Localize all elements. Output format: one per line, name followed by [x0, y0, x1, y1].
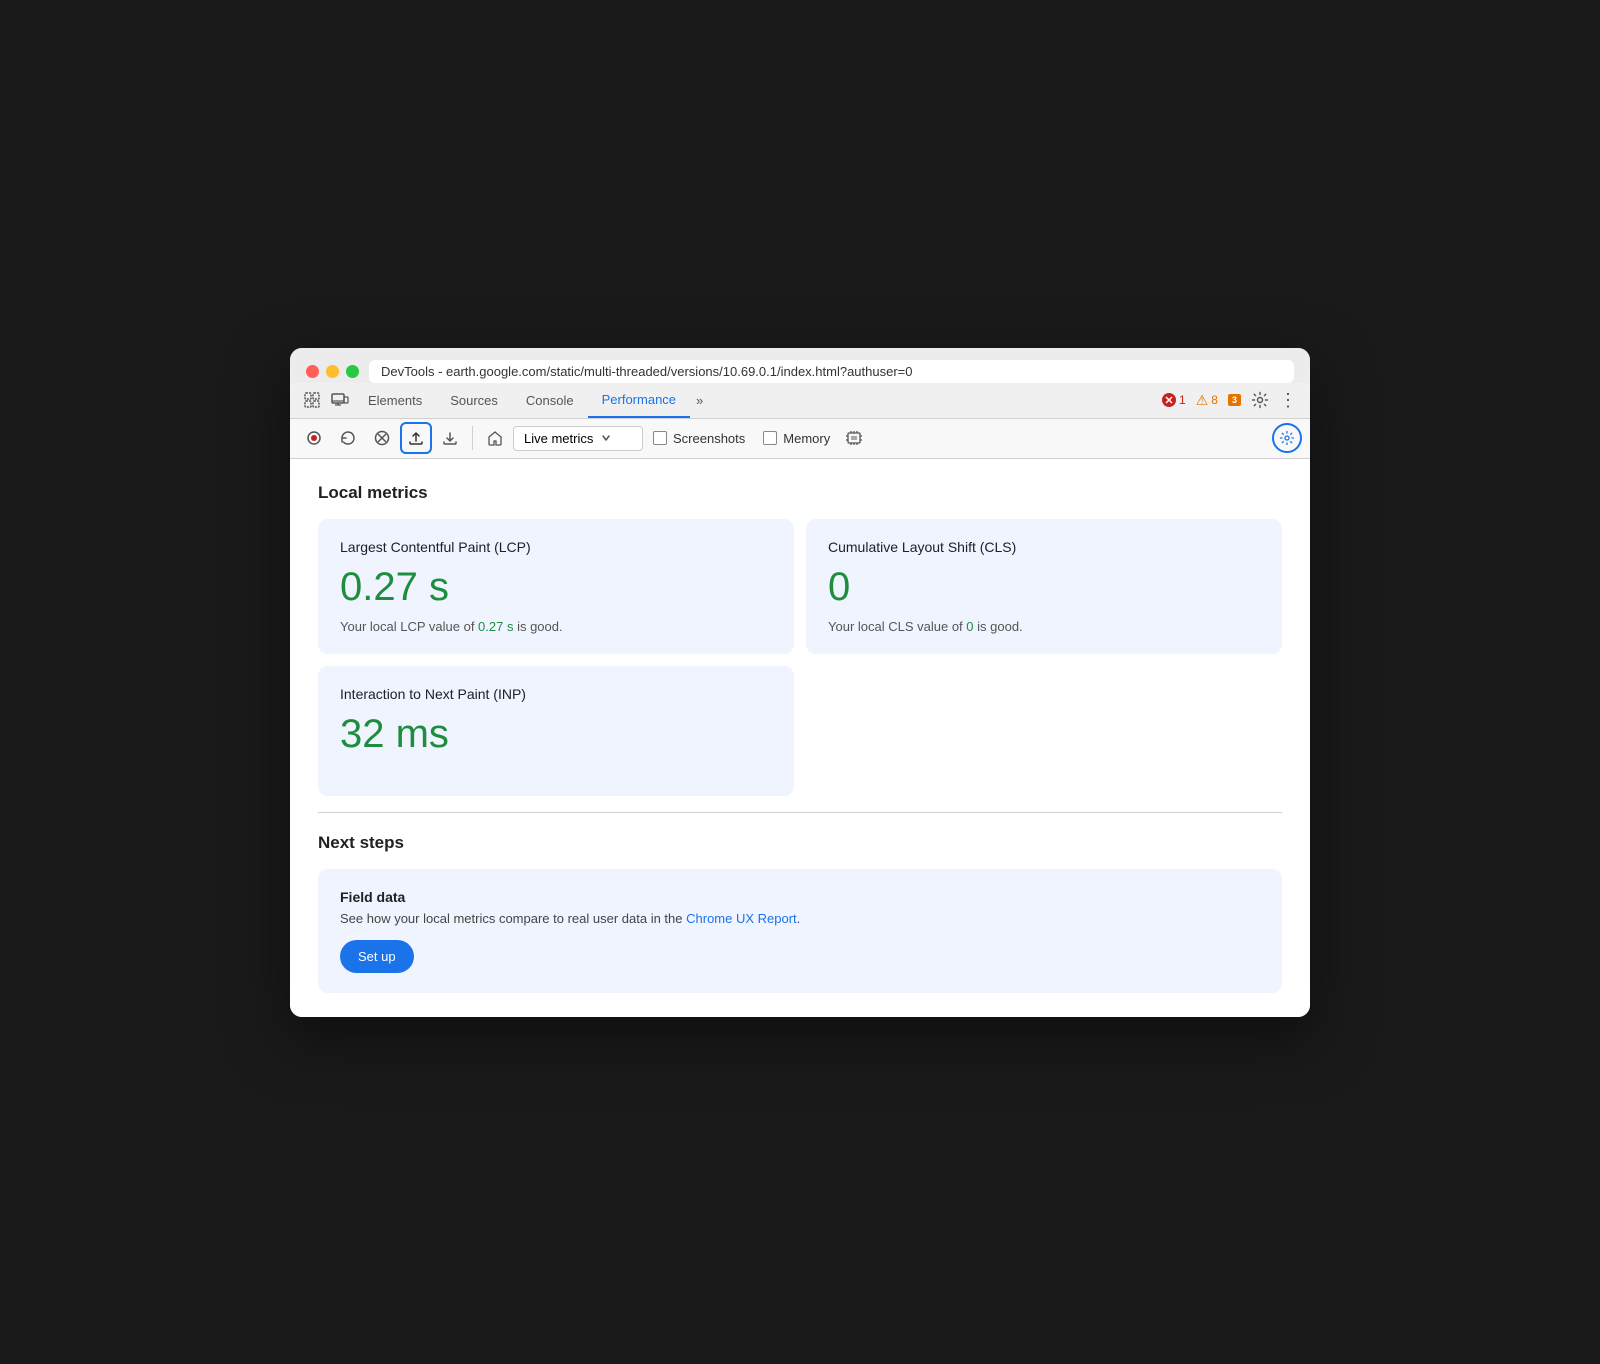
- cls-desc: Your local CLS value of 0 is good.: [828, 619, 1260, 634]
- lcp-desc-value: 0.27 s: [478, 619, 513, 634]
- cls-desc-suffix: is good.: [974, 619, 1023, 634]
- traffic-lights: [306, 365, 359, 378]
- minimize-button[interactable]: [326, 365, 339, 378]
- cls-title: Cumulative Layout Shift (CLS): [828, 539, 1260, 555]
- memory-checkbox-label[interactable]: Memory: [755, 431, 838, 446]
- cls-card: Cumulative Layout Shift (CLS) 0 Your loc…: [806, 519, 1282, 654]
- field-data-desc-prefix: See how your local metrics compare to re…: [340, 911, 686, 926]
- tab-sources[interactable]: Sources: [436, 382, 512, 418]
- screenshots-label: Screenshots: [673, 431, 745, 446]
- inp-value: 32 ms: [340, 712, 772, 756]
- perf-settings-button[interactable]: [1272, 423, 1302, 453]
- next-steps-title: Next steps: [318, 833, 1282, 853]
- field-data-title: Field data: [340, 889, 1260, 905]
- errors-badge[interactable]: 1: [1157, 391, 1191, 409]
- device-toolbar-icon[interactable]: [326, 386, 354, 414]
- more-tabs-button[interactable]: »: [690, 389, 709, 412]
- cpu-throttle-icon[interactable]: [840, 424, 868, 452]
- lcp-value: 0.27 s: [340, 565, 772, 609]
- lcp-desc: Your local LCP value of 0.27 s is good.: [340, 619, 772, 634]
- info-icon: 3: [1228, 394, 1241, 406]
- url-bar[interactable]: DevTools - earth.google.com/static/multi…: [369, 360, 1294, 383]
- error-icon: [1162, 393, 1176, 407]
- section-divider: [318, 812, 1282, 813]
- maximize-button[interactable]: [346, 365, 359, 378]
- cls-desc-value: 0: [966, 619, 973, 634]
- setup-button[interactable]: Set up: [340, 940, 414, 973]
- lcp-title: Largest Contentful Paint (LCP): [340, 539, 772, 555]
- inp-title: Interaction to Next Paint (INP): [340, 686, 772, 702]
- cls-value: 0: [828, 565, 1260, 609]
- memory-checkbox[interactable]: [763, 431, 777, 445]
- live-metrics-label: Live metrics: [524, 431, 593, 446]
- chevron-down-icon: [601, 433, 611, 443]
- clear-button[interactable]: [366, 422, 398, 454]
- cls-desc-prefix: Your local CLS value of: [828, 619, 966, 634]
- record-button[interactable]: [298, 422, 330, 454]
- upload-button[interactable]: [400, 422, 432, 454]
- download-button[interactable]: [434, 422, 466, 454]
- lcp-card: Largest Contentful Paint (LCP) 0.27 s Yo…: [318, 519, 794, 654]
- close-button[interactable]: [306, 365, 319, 378]
- devtools-tabs: Elements Sources Console Performance » 1…: [290, 383, 1310, 419]
- screenshots-checkbox-label[interactable]: Screenshots: [645, 431, 753, 446]
- browser-window: DevTools - earth.google.com/static/multi…: [290, 348, 1310, 1017]
- toolbar-divider: [472, 426, 473, 450]
- perf-toolbar: Live metrics Screenshots Memory: [290, 419, 1310, 459]
- home-button[interactable]: [479, 422, 511, 454]
- field-data-desc: See how your local metrics compare to re…: [340, 911, 1260, 926]
- metrics-grid: Largest Contentful Paint (LCP) 0.27 s Yo…: [318, 519, 1282, 654]
- warning-triangle-icon: ⚠: [1196, 392, 1209, 409]
- lcp-desc-prefix: Your local LCP value of: [340, 619, 478, 634]
- warnings-badge[interactable]: ⚠ 8: [1191, 390, 1223, 411]
- chrome-ux-report-link[interactable]: Chrome UX Report: [686, 911, 797, 926]
- info-badge[interactable]: 3: [1223, 392, 1246, 408]
- warnings-count: 8: [1211, 393, 1218, 407]
- local-metrics-title: Local metrics: [318, 483, 1282, 503]
- memory-label: Memory: [783, 431, 830, 446]
- tab-console[interactable]: Console: [512, 382, 588, 418]
- inp-card: Interaction to Next Paint (INP) 32 ms: [318, 666, 794, 796]
- tab-elements[interactable]: Elements: [354, 382, 436, 418]
- next-steps-section: Next steps Field data See how your local…: [318, 833, 1282, 993]
- reload-button[interactable]: [332, 422, 364, 454]
- live-metrics-dropdown[interactable]: Live metrics: [513, 426, 643, 451]
- inp-row: Interaction to Next Paint (INP) 32 ms: [318, 666, 1282, 796]
- inspect-element-icon[interactable]: [298, 386, 326, 414]
- screenshots-checkbox[interactable]: [653, 431, 667, 445]
- title-bar: DevTools - earth.google.com/static/multi…: [290, 348, 1310, 383]
- more-options-icon[interactable]: ⋮: [1274, 386, 1302, 414]
- tab-performance[interactable]: Performance: [588, 382, 690, 418]
- lcp-desc-suffix: is good.: [513, 619, 562, 634]
- next-steps-card: Field data See how your local metrics co…: [318, 869, 1282, 993]
- devtools-content: Local metrics Largest Contentful Paint (…: [290, 459, 1310, 1017]
- settings-gear-icon[interactable]: [1246, 386, 1274, 414]
- field-data-desc-suffix: .: [797, 911, 801, 926]
- errors-count: 1: [1179, 393, 1186, 407]
